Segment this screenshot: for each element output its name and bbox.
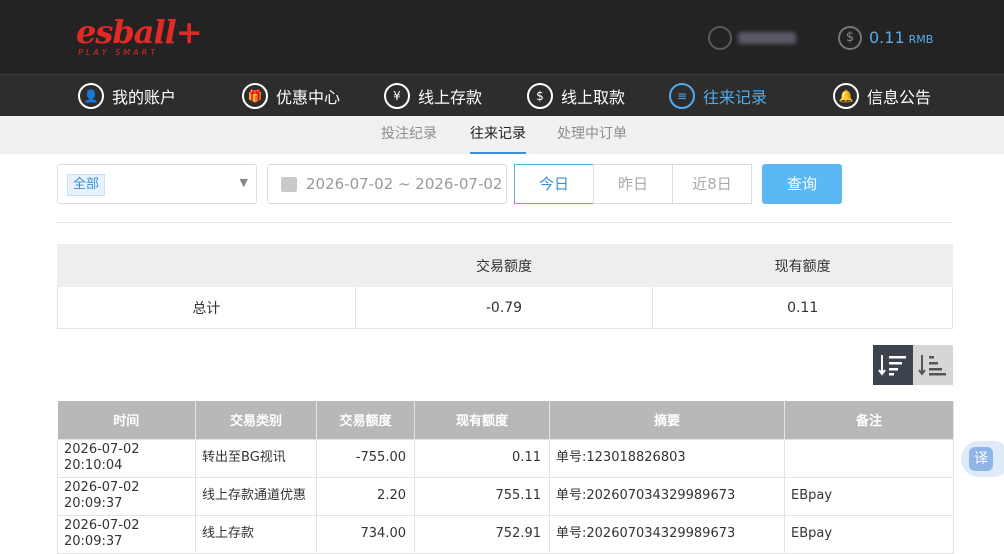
nav-my-account[interactable]: 👤 我的账户 <box>78 75 176 117</box>
cell-type: 转出至BG视讯 <box>195 438 317 478</box>
sort-desc-icon <box>878 355 906 376</box>
divider <box>57 222 953 223</box>
summary-current-balance: 0.11 <box>652 286 953 329</box>
subtab-bet-records[interactable]: 投注纪录 <box>381 116 437 154</box>
subtab-pending-orders[interactable]: 处理中订单 <box>557 116 627 154</box>
calendar-icon <box>281 177 297 192</box>
nav-label: 优惠中心 <box>276 88 341 107</box>
cell-amount: -755.00 <box>316 438 415 478</box>
cell-remark: EBpay <box>784 514 954 554</box>
summary-transaction-amount: -0.79 <box>354 286 654 329</box>
account-balance: 0.11 RMB <box>869 28 933 47</box>
records-icon: ≡ <box>669 83 695 109</box>
translate-button[interactable]: 译 <box>961 441 1004 477</box>
cell-remark: EBpay <box>784 476 954 516</box>
cell-amount: 2.20 <box>316 476 415 516</box>
cell-balance: 0.11 <box>414 438 550 478</box>
deposit-icon: ¥ <box>384 83 410 109</box>
subtab-transaction-records[interactable]: 往来记录 <box>470 116 526 154</box>
summary-table: 交易额度 现有额度 总计 -0.79 0.11 <box>57 244 953 329</box>
query-button[interactable]: 查询 <box>762 164 842 204</box>
col-header-type: 交易类别 <box>195 401 317 439</box>
cell-time: 2026-07-02 20:10:04 <box>57 438 196 478</box>
cell-summary: 单号:202607034329989673 <box>549 476 785 516</box>
summary-header: 现有额度 <box>652 244 953 287</box>
nav-label: 线上取款 <box>561 88 626 107</box>
sub-nav: 投注纪录 往来记录 处理中订单 <box>0 116 1004 154</box>
esball-logo[interactable]: esball+ PLAY SMART <box>76 14 203 60</box>
balance-amount: 0.11 <box>869 28 905 47</box>
withdraw-icon: $ <box>527 83 553 109</box>
col-header-amount: 交易额度 <box>316 401 415 439</box>
table-row: 2026-07-02 20:09:37 线上存款 734.00 752.91 单… <box>57 514 954 554</box>
date-range-value: 2026-07-02 ~ 2026-07-02 <box>306 175 503 193</box>
cell-summary: 单号:202607034329989673 <box>549 514 785 554</box>
col-header-summary: 摘要 <box>549 401 785 439</box>
col-header-time: 时间 <box>57 401 196 439</box>
cell-type: 线上存款通道优惠 <box>195 476 317 516</box>
gift-icon: 🎁 <box>242 83 268 109</box>
cell-time: 2026-07-02 20:09:37 <box>57 476 196 516</box>
avatar[interactable] <box>708 26 732 50</box>
cell-type: 线上存款 <box>195 514 317 554</box>
range-yesterday-button[interactable]: 昨日 <box>593 164 673 204</box>
cell-remark <box>784 438 954 478</box>
sort-ascending-button[interactable] <box>913 345 953 385</box>
nav-announcements[interactable]: 🔔 信息公告 <box>833 75 931 117</box>
col-header-balance: 现有额度 <box>414 401 550 439</box>
nav-promotions[interactable]: 🎁 优惠中心 <box>242 75 340 117</box>
sort-descending-button[interactable] <box>873 345 913 385</box>
logo-tagline: PLAY SMART <box>78 48 159 57</box>
nav-records[interactable]: ≡ 往来记录 <box>669 75 767 117</box>
records-table: 时间 交易类别 交易额度 现有额度 摘要 备注 2026-07-02 20:10… <box>57 401 954 554</box>
summary-header <box>57 244 356 287</box>
type-select[interactable]: 全部 ▼ <box>57 164 257 204</box>
selected-type-chip[interactable]: 全部 <box>67 174 106 196</box>
table-row: 2026-07-02 20:09:37 线上存款通道优惠 2.20 755.11… <box>57 476 954 516</box>
cell-time: 2026-07-02 20:09:37 <box>57 514 196 554</box>
nav-label: 线上存款 <box>418 88 483 107</box>
nav-online-withdraw[interactable]: $ 线上取款 <box>527 75 625 117</box>
col-header-remark: 备注 <box>784 401 954 439</box>
cell-balance: 752.91 <box>414 514 550 554</box>
bell-icon: 🔔 <box>833 83 859 109</box>
nav-label: 往来记录 <box>703 88 768 107</box>
nav-label: 我的账户 <box>112 88 177 107</box>
logo-brand-text: esball+ <box>76 13 203 51</box>
site-header: esball+ PLAY SMART $ 0.11 RMB <box>0 0 1004 74</box>
main-nav: 👤 我的账户 🎁 优惠中心 ¥ 线上存款 $ 线上取款 ≡ 往来记录 🔔 信息公告 <box>0 74 1004 116</box>
nav-label: 信息公告 <box>867 88 932 107</box>
cell-amount: 734.00 <box>316 514 415 554</box>
cell-balance: 755.11 <box>414 476 550 516</box>
dollar-icon: $ <box>838 26 862 50</box>
username-redacted <box>738 32 796 44</box>
sort-asc-icon <box>918 355 946 376</box>
user-icon: 👤 <box>78 83 104 109</box>
summary-header: 交易额度 <box>354 244 654 287</box>
range-today-button[interactable]: 今日 <box>514 164 594 204</box>
summary-total-label: 总计 <box>57 286 356 329</box>
balance-currency: RMB <box>908 33 934 46</box>
cell-summary: 单号:123018826803 <box>549 438 785 478</box>
range-last8days-button[interactable]: 近8日 <box>672 164 752 204</box>
translate-icon: 译 <box>969 447 993 471</box>
nav-online-deposit[interactable]: ¥ 线上存款 <box>384 75 482 117</box>
date-range-input[interactable]: 2026-07-02 ~ 2026-07-02 <box>267 164 507 204</box>
chevron-down-icon: ▼ <box>239 176 248 189</box>
table-row: 2026-07-02 20:10:04 转出至BG视讯 -755.00 0.11… <box>57 438 954 478</box>
